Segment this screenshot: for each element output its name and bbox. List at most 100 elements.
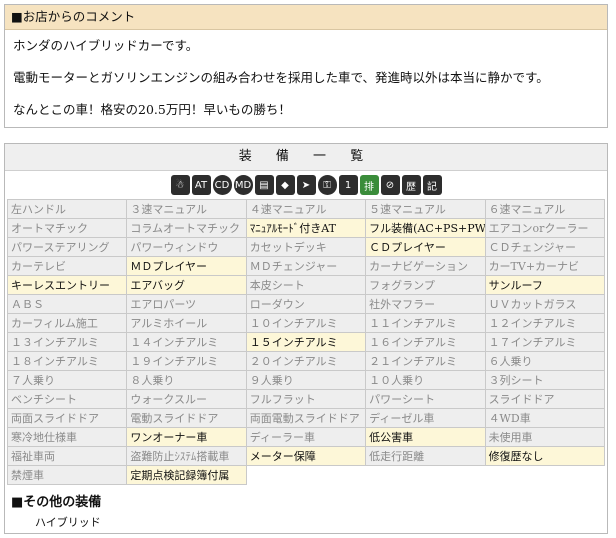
equipment-row: 福祉車両 盗難防止ｼｽﾃﾑ搭載車 メーター保障 低走行距離 修復歴なし [6, 446, 606, 466]
equipment-cell: カーナビゲーション [365, 256, 486, 276]
equipment-row: 禁煙車 定期点検記録簿付属 [6, 465, 606, 485]
equipment-row: キーレスエントリー エアバッグ 本皮シート フォグランプ サンルーフ [6, 275, 606, 295]
equipment-row: 寒冷地仕様車 ワンオーナー車 ディーラー車 低公害車 未使用車 [6, 427, 606, 447]
equipment-cell: ２０インチアルミ [245, 351, 367, 371]
equipment-row: パワーステアリング パワーウィンドウ カセットデッキ ＣＤプレイヤー ＣＤチェンジャー [6, 237, 606, 257]
equipment-cell: １５インチアルミ [245, 332, 367, 352]
equipment-title: 装 備 一 覧 [5, 144, 607, 171]
equipment-cell: パワーウィンドウ [126, 237, 247, 257]
equipment-cell: 未使用車 [484, 427, 606, 447]
equipment-icon-row: ☃ AT CD MD ▤ ◆ ➤ ⚿ 1 排 ⊘ 歴 記 [5, 171, 607, 199]
equipment-cell: ７人乗り [6, 370, 128, 390]
navigation-icon: ➤ [296, 175, 316, 195]
equipment-cell: ＣＤプレイヤー [365, 237, 486, 257]
equipment-cell: カセットデッキ [245, 237, 367, 257]
other-equipment-item: ハイブリッド [35, 516, 101, 529]
comment-line: ホンダのハイブリッドカーです。 [13, 38, 199, 53]
equipment-row: 両面スライドドア 電動スライドドア 両面電動スライドドア ディーゼル車 ４WD車 [6, 408, 606, 428]
equipment-cell: カーテレビ [6, 256, 128, 276]
equipment-cell: 両面スライドドア [6, 408, 128, 428]
equipment-cell: 電動スライドドア [126, 408, 247, 428]
equipment-cell: 社外マフラー [365, 294, 486, 314]
keyless-icon: ⚿ [317, 175, 337, 195]
equipment-cell: １８インチアルミ [6, 351, 128, 371]
equipment-cell: パワーシート [365, 389, 486, 409]
equipment-cell: １７インチアルミ [484, 332, 606, 352]
equipment-cell: １６インチアルミ [365, 332, 486, 352]
equipment-cell: 左ハンドル [6, 199, 128, 219]
equipment-cell: １２インチアルミ [484, 313, 606, 333]
repair-history-icon: 歴 [401, 175, 421, 195]
equipment-cell: メーター保障 [245, 446, 367, 466]
equipment-table: 左ハンドル ３速マニュアル ４速マニュアル ５速マニュアル ６速マニュアル オートマチック… [6, 199, 606, 485]
equipment-cell: ３速マニュアル [126, 199, 247, 219]
equipment-cell: コラムオートマチック [126, 218, 247, 238]
equipment-cell: ウォークスルー [126, 389, 247, 409]
equipment-cell: フルフラット [245, 389, 367, 409]
equipment-row: ＡＢＳ エアロパーツ ローダウン 社外マフラー ＵＶカットガラス [6, 294, 606, 314]
equipment-cell: ６人乗り [484, 351, 606, 371]
equipment-cell: １０インチアルミ [245, 313, 367, 333]
equipment-cell: ４速マニュアル [245, 199, 367, 219]
equipment-cell: ６速マニュアル [484, 199, 606, 219]
equipment-cell-empty [484, 465, 606, 485]
other-equipment-title: ■その他の装備 [11, 495, 102, 510]
equipment-row: １８インチアルミ １９インチアルミ ２０インチアルミ ２１インチアルミ ６人乗り [6, 351, 606, 371]
equipment-cell: １３インチアルミ [6, 332, 128, 352]
equipment-cell: 定期点検記録簿付属 [126, 465, 247, 485]
equipment-cell: サンルーフ [484, 275, 606, 295]
equipment-cell: ２１インチアルミ [365, 351, 486, 371]
equipment-cell-empty [245, 465, 367, 485]
equipment-cell: ３列シート [484, 370, 606, 390]
shop-comment-body: ホンダのハイブリッドカーです。 電動モーターとガソリンエンジンの組み合わせを採用… [5, 30, 607, 132]
equipment-cell: ＭＤチェンジャー [245, 256, 367, 276]
equipment-cell: ワンオーナー車 [126, 427, 247, 447]
equipment-cell: オートマチック [6, 218, 128, 238]
power-window-icon: ▤ [254, 175, 274, 195]
equipment-row: ７人乗り ８人乗り ９人乗り １０人乗り ３列シート [6, 370, 606, 390]
equipment-cell: ９人乗り [245, 370, 367, 390]
equipment-cell: カーTV+カーナビ [484, 256, 606, 276]
equipment-cell: １９インチアルミ [126, 351, 247, 371]
shop-comment-section: ■お店からのコメント ホンダのハイブリッドカーです。 電動モーターとガソリンエン… [4, 4, 608, 128]
equipment-cell: 低公害車 [365, 427, 486, 447]
equipment-section: 装 備 一 覧 ☃ AT CD MD ▤ ◆ ➤ ⚿ 1 排 ⊘ 歴 記 左ハン… [4, 143, 608, 534]
record-book-icon: 記 [422, 175, 442, 195]
equipment-cell: ＣＤチェンジャー [484, 237, 606, 257]
equipment-cell: １１インチアルミ [365, 313, 486, 333]
equipment-row: カーフィルム施工 アルミホイール １０インチアルミ １１インチアルミ １２インチアルミ [6, 313, 606, 333]
low-emission-icon: 排 [359, 175, 379, 195]
etc-icon: ◆ [275, 175, 295, 195]
equipment-cell: ﾏﾆｭｱﾙﾓｰﾄﾞ付きAT [245, 218, 367, 238]
equipment-cell: ＭＤプレイヤー [126, 256, 247, 276]
one-owner-icon: 1 [338, 175, 358, 195]
comment-line: なんとこの車！格安の20.5万円！早いもの勝ち！ [13, 102, 291, 117]
equipment-cell: 本皮シート [245, 275, 367, 295]
equipment-cell: ４WD車 [484, 408, 606, 428]
equipment-cell: ＡＢＳ [6, 294, 128, 314]
at-icon: AT [191, 175, 211, 195]
comment-line: 電動モーターとガソリンエンジンの組み合わせを採用した車で、発進時以外は本当に静か… [13, 70, 549, 85]
equipment-cell: 両面電動スライドドア [245, 408, 367, 428]
md-icon: MD [233, 175, 253, 195]
equipment-cell: 低走行距離 [365, 446, 486, 466]
equipment-cell: 盗難防止ｼｽﾃﾑ搭載車 [126, 446, 247, 466]
equipment-cell: ５速マニュアル [365, 199, 486, 219]
no-smoking-icon: ⊘ [380, 175, 400, 195]
equipment-cell: １０人乗り [365, 370, 486, 390]
equipment-cell: 福祉車両 [6, 446, 128, 466]
equipment-cell: ＵＶカットガラス [484, 294, 606, 314]
equipment-cell: スライドドア [484, 389, 606, 409]
equipment-cell: ディーラー車 [245, 427, 367, 447]
equipment-row: オートマチック コラムオートマチック ﾏﾆｭｱﾙﾓｰﾄﾞ付きAT フル装備(AC+PS… [6, 218, 606, 238]
equipment-row: １３インチアルミ １４インチアルミ １５インチアルミ １６インチアルミ １７インチアルミ [6, 332, 606, 352]
equipment-cell: 修復歴なし [484, 446, 606, 466]
equipment-cell: エアコンorクーラー [484, 218, 606, 238]
equipment-cell: 禁煙車 [6, 465, 128, 485]
cd-icon: CD [212, 175, 232, 195]
equipment-cell: エアバッグ [126, 275, 247, 295]
equipment-cell: 寒冷地仕様車 [6, 427, 128, 447]
equipment-cell: ８人乗り [126, 370, 247, 390]
equipment-cell: カーフィルム施工 [6, 313, 128, 333]
equipment-row: 左ハンドル ３速マニュアル ４速マニュアル ５速マニュアル ６速マニュアル [6, 199, 606, 219]
